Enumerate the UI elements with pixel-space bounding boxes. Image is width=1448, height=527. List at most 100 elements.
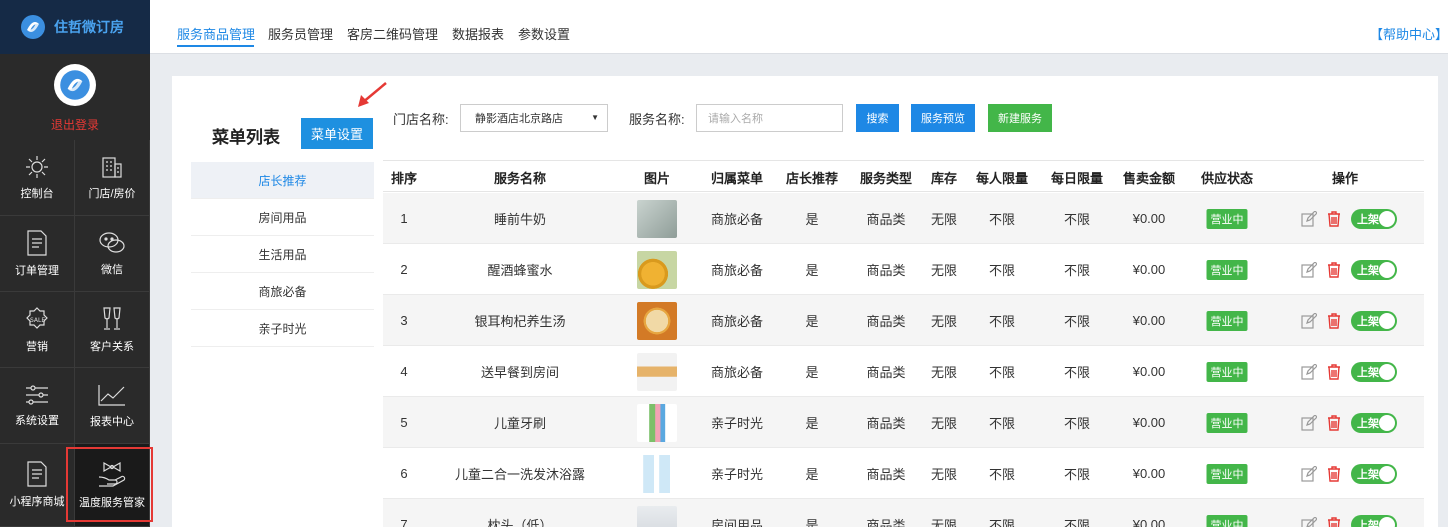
product-thumbnail[interactable]: [637, 250, 677, 289]
tab-reports[interactable]: 数据报表: [452, 24, 504, 43]
category-list: 店长推荐 房间用品 生活用品 商旅必备 亲子时光: [191, 162, 374, 347]
product-thumbnail[interactable]: [637, 352, 677, 391]
logout-link[interactable]: 退出登录: [51, 116, 99, 133]
edit-icon[interactable]: [1301, 414, 1317, 431]
price-cell: ¥0.00: [1132, 262, 1166, 277]
status-badge: 营业中: [1206, 310, 1248, 331]
product-image-cell: [637, 295, 677, 346]
nav-label: 系统设置: [15, 414, 59, 427]
tab-service-goods[interactable]: 服务商品管理: [177, 24, 255, 43]
delete-icon[interactable]: [1327, 516, 1341, 527]
listing-toggle[interactable]: 上架: [1351, 514, 1397, 527]
nav-console[interactable]: 控制台: [0, 140, 75, 216]
per-day-limit-cell: 不限: [1063, 365, 1091, 380]
avatar[interactable]: [54, 64, 96, 106]
nav-settings[interactable]: 系统设置: [0, 368, 75, 444]
toggle-label: 上架: [1357, 315, 1379, 328]
caret-down-icon: ▼: [591, 113, 599, 122]
service-name-input[interactable]: 请输入名称: [696, 104, 843, 132]
actions-cell: 上架: [1301, 193, 1397, 244]
help-center-link[interactable]: 【帮助中心】: [1370, 24, 1448, 43]
edit-icon[interactable]: [1301, 210, 1317, 227]
nav-marketing[interactable]: SALE 营销: [0, 292, 75, 368]
order-cell: 2: [400, 262, 408, 277]
toggle-knob: [1379, 414, 1395, 431]
product-thumbnail[interactable]: [637, 505, 677, 527]
delete-icon[interactable]: [1327, 414, 1341, 431]
service-name-cell: 儿童牙刷: [493, 416, 547, 431]
svg-text:SALE: SALE: [30, 317, 45, 324]
store-select[interactable]: 静影酒店北京路店 ▼: [460, 104, 608, 132]
edit-icon[interactable]: [1301, 261, 1317, 278]
delete-icon[interactable]: [1327, 363, 1341, 380]
document-icon: [27, 229, 47, 256]
menu-settings-button[interactable]: 菜单设置: [301, 118, 373, 149]
delete-icon[interactable]: [1327, 210, 1341, 227]
listing-toggle[interactable]: 上架: [1351, 412, 1397, 433]
product-thumbnail[interactable]: [637, 301, 677, 340]
service-name-label: 服务名称:: [629, 112, 685, 127]
actions-cell: 上架: [1301, 397, 1397, 448]
column-header: 排序: [390, 170, 418, 186]
listing-toggle[interactable]: 上架: [1351, 361, 1397, 382]
nav-label: 营销: [26, 340, 48, 353]
tab-staff[interactable]: 服务员管理: [268, 24, 333, 43]
tab-qrcode[interactable]: 客房二维码管理: [347, 24, 438, 43]
column-header: 图片: [643, 170, 671, 186]
toggle-knob: [1379, 363, 1395, 380]
product-thumbnail[interactable]: [637, 199, 677, 238]
menu-cell: 商旅必备: [710, 263, 764, 278]
delete-icon[interactable]: [1327, 465, 1341, 482]
edit-icon[interactable]: [1301, 312, 1317, 329]
delete-icon[interactable]: [1327, 261, 1341, 278]
category-item-family[interactable]: 亲子时光: [191, 310, 374, 347]
delete-icon[interactable]: [1327, 312, 1341, 329]
stock-cell: 无限: [930, 263, 958, 278]
tab-params[interactable]: 参数设置: [518, 24, 570, 43]
nav-label: 控制台: [20, 187, 54, 200]
service-type-cell: 商品类: [866, 263, 906, 278]
stock-cell: 无限: [930, 365, 958, 380]
product-thumbnail[interactable]: [637, 403, 677, 442]
price-cell: ¥0.00: [1132, 364, 1166, 379]
recommend-cell: 是: [805, 518, 819, 527]
listing-toggle[interactable]: 上架: [1351, 208, 1397, 229]
supply-status-cell: 营业中: [1206, 499, 1248, 527]
store-name-label: 门店名称:: [393, 112, 449, 127]
search-button[interactable]: 搜索: [856, 104, 899, 132]
category-item-daily-supplies[interactable]: 生活用品: [191, 236, 374, 273]
product-thumbnail[interactable]: [637, 454, 677, 493]
toggle-knob: [1379, 312, 1395, 329]
service-type-cell: 商品类: [866, 467, 906, 482]
actions-cell: 上架: [1301, 295, 1397, 346]
table-row: 2 醒酒蜂蜜水 商旅必备 是 商品类 无限 不限 不限 ¥0.00 营业中 上架: [383, 244, 1424, 295]
product-image-cell: [637, 244, 677, 295]
nav-mini-mall[interactable]: 小程序商城: [0, 444, 75, 527]
listing-toggle[interactable]: 上架: [1351, 463, 1397, 484]
service-name-cell: 银耳枸杞养生汤: [474, 314, 566, 329]
category-item-manager-pick[interactable]: 店长推荐: [191, 162, 374, 199]
edit-icon[interactable]: [1301, 516, 1317, 527]
brand-name: 住哲微订房: [54, 19, 124, 35]
edit-icon[interactable]: [1301, 465, 1317, 482]
nav-wechat[interactable]: 微信: [75, 216, 150, 292]
listing-toggle[interactable]: 上架: [1351, 259, 1397, 280]
recommend-cell: 是: [805, 212, 819, 227]
edit-icon[interactable]: [1301, 363, 1317, 380]
brand-header: 住哲微订房: [0, 0, 150, 54]
new-service-button[interactable]: 新建服务: [988, 104, 1052, 132]
price-cell: ¥0.00: [1132, 466, 1166, 481]
nav-orders[interactable]: 订单管理: [0, 216, 75, 292]
nav-reports[interactable]: 报表中心: [75, 368, 150, 444]
listing-toggle[interactable]: 上架: [1351, 310, 1397, 331]
active-tab-underline: [177, 45, 254, 47]
category-item-room-supplies[interactable]: 房间用品: [191, 199, 374, 236]
nav-store-price[interactable]: 门店/房价: [75, 140, 150, 216]
service-name-cell: 睡前牛奶: [493, 212, 547, 227]
per-day-limit-cell: 不限: [1063, 314, 1091, 329]
product-image-cell: [637, 499, 677, 527]
service-preview-button[interactable]: 服务预览: [911, 104, 975, 132]
table-row: 5 儿童牙刷 亲子时光 是 商品类 无限 不限 不限 ¥0.00 营业中 上架: [383, 397, 1424, 448]
nav-crm[interactable]: 客户关系: [75, 292, 150, 368]
category-item-business-travel[interactable]: 商旅必备: [191, 273, 374, 310]
